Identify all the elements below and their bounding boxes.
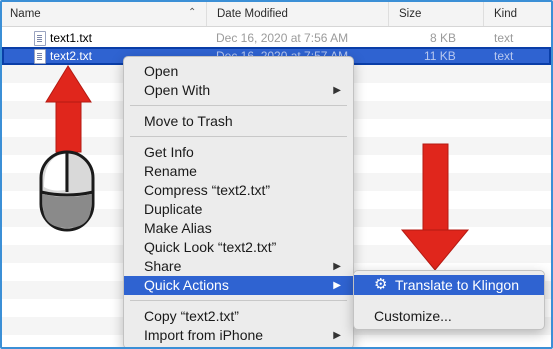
menu-label: Quick Actions <box>144 277 229 293</box>
menu-item-open-with[interactable]: Open With ▶ <box>124 81 353 100</box>
menu-item-duplicate[interactable]: Duplicate <box>124 200 353 219</box>
menu-item-copy[interactable]: Copy “text2.txt” <box>124 307 353 326</box>
menu-item-open[interactable]: Open <box>124 62 353 81</box>
menu-label: Quick Look “text2.txt” <box>144 239 277 255</box>
menu-label: Open <box>144 63 179 79</box>
menu-item-compress[interactable]: Compress “text2.txt” <box>124 181 353 200</box>
menu-label: Open With <box>144 82 211 98</box>
submenu-label: Translate to Klingon <box>395 277 519 293</box>
context-menu: Open Open With ▶ Move to Trash Get Info R… <box>123 56 354 347</box>
menu-label: Move to Trash <box>144 113 233 129</box>
menu-label: Compress “text2.txt” <box>144 182 271 198</box>
mouse-icon <box>39 150 95 232</box>
menu-item-get-info[interactable]: Get Info <box>124 143 353 162</box>
triangle-right-icon: ▶ <box>333 85 341 96</box>
menu-label: Rename <box>144 163 197 179</box>
menu-separator <box>130 105 347 106</box>
finder-window: Name ⌃ Date Modified Size Kind text1.txt… <box>0 0 553 349</box>
triangle-right-icon: ▶ <box>333 280 341 291</box>
menu-label: Get Info <box>144 144 194 160</box>
submenu-item-translate[interactable]: ⚙ Translate to Klingon <box>354 275 544 295</box>
menu-item-share[interactable]: Share ▶ <box>124 257 353 276</box>
menu-label: Copy “text2.txt” <box>144 308 239 324</box>
quick-actions-submenu: ⚙ Translate to Klingon Customize... <box>353 270 545 330</box>
menu-item-quick-look[interactable]: Quick Look “text2.txt” <box>124 238 353 257</box>
triangle-right-icon: ▶ <box>333 261 341 272</box>
menu-item-move-to-trash[interactable]: Move to Trash <box>124 112 353 131</box>
menu-item-import-from-iphone[interactable]: Import from iPhone ▶ <box>124 326 353 345</box>
triangle-right-icon: ▶ <box>333 330 341 341</box>
submenu-label: Customize... <box>374 308 452 324</box>
red-down-arrow <box>400 143 470 271</box>
menu-label: Import from iPhone <box>144 327 264 343</box>
menu-item-quick-actions[interactable]: Quick Actions ▶ <box>124 276 353 295</box>
menu-separator <box>130 136 347 137</box>
menu-label: Duplicate <box>144 201 203 217</box>
menu-item-make-alias[interactable]: Make Alias <box>124 219 353 238</box>
menu-separator <box>130 300 347 301</box>
menu-label: Make Alias <box>144 220 212 236</box>
red-up-arrow <box>45 65 92 153</box>
submenu-item-customize[interactable]: Customize... <box>354 306 544 326</box>
gear-icon: ⚙ <box>374 276 388 293</box>
menu-item-rename[interactable]: Rename <box>124 162 353 181</box>
menu-label: Share <box>144 258 182 274</box>
